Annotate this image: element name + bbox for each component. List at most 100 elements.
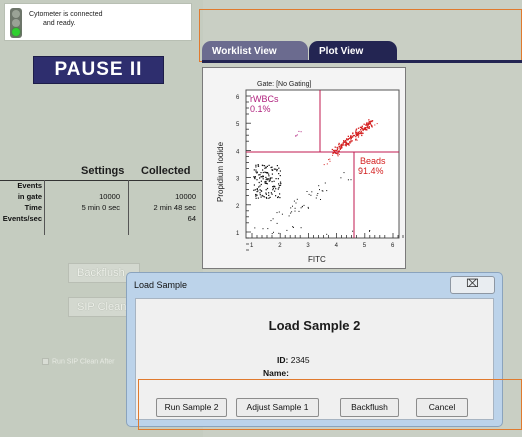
event-dot: [298, 210, 300, 212]
stats-collected-value: 10000: [175, 192, 196, 201]
status-line-2: and ready.: [43, 20, 76, 27]
dot-plot: Gate: [No Gating] 6 5 4 3 2 1 1 2 3 4 5 6 rWBCs 0.…: [202, 67, 406, 269]
stats-row: Events/sec 64: [0, 214, 203, 225]
x-tick-label: 5: [363, 243, 367, 249]
tab-bar-underline: [202, 60, 522, 63]
x-tick-label: 6: [391, 243, 395, 249]
sample-id-field: ID: 2345: [277, 355, 310, 365]
event-dot: [258, 181, 260, 184]
sample-id-label: ID:: [277, 355, 289, 365]
event-dot: [259, 174, 261, 176]
event-dot: [361, 134, 363, 137]
rwbc-label: rWBCs: [250, 94, 279, 104]
event-dot: [264, 171, 266, 173]
stats-divider: [44, 180, 45, 235]
event-dot: [266, 197, 268, 199]
event-dot: [265, 166, 267, 168]
event-dot: [338, 153, 340, 155]
event-dot: [293, 200, 295, 202]
dot-plot-svg: Gate: [No Gating] 6 5 4 3 2 1 1 2 3 4 5 6 rWBCs 0.…: [216, 81, 404, 264]
event-dot: [255, 171, 257, 173]
checkbox-icon: [42, 358, 49, 365]
event-dot: [278, 183, 280, 185]
event-dot: [356, 133, 358, 136]
event-dot: [296, 198, 298, 200]
x-tick-label: 3: [306, 243, 310, 249]
event-dot: [311, 191, 313, 193]
event-dot: [265, 182, 267, 184]
event-dot: [315, 197, 317, 199]
event-dot: [340, 177, 342, 179]
event-dot: [360, 126, 362, 128]
event-dot: [279, 170, 281, 172]
event-dot: [336, 149, 339, 151]
event-dot: [366, 123, 368, 125]
event-dot: [257, 165, 259, 167]
event-dot: [338, 144, 340, 146]
tab-worklist-view[interactable]: Worklist View: [202, 41, 308, 61]
close-icon[interactable]: ⌧: [450, 276, 495, 294]
event-dot: [348, 137, 351, 139]
event-dot: [259, 177, 261, 179]
event-dot: [296, 134, 298, 136]
event-dot: [275, 188, 277, 190]
event-dot: [326, 163, 328, 165]
event-dot: [292, 205, 293, 207]
beads-percent: 91.4%: [358, 166, 384, 176]
app-window: Cytometer is connected and ready. PAUSE …: [0, 0, 522, 437]
event-dot: [268, 192, 270, 194]
event-dot: [350, 139, 352, 141]
event-dot: [316, 194, 318, 196]
event-dot: [253, 169, 255, 171]
traffic-light-yellow-icon: [12, 19, 20, 27]
event-dot: [271, 173, 273, 175]
beads-label: Beads: [360, 156, 386, 166]
event-dot: [275, 178, 277, 180]
event-dot: [257, 164, 259, 166]
event-dot: [363, 123, 365, 125]
event-dot: [265, 193, 267, 195]
event-dot: [329, 158, 331, 160]
event-dot: [347, 143, 350, 146]
event-dot: [271, 181, 273, 183]
event-dot: [362, 132, 364, 134]
event-dot: [288, 215, 290, 217]
event-dot: [265, 176, 267, 178]
event-dot: [280, 182, 282, 185]
event-dot: [320, 199, 321, 200]
event-dot: [357, 127, 360, 129]
stats-label: Events/sec: [2, 214, 42, 223]
event-dot: [268, 173, 270, 175]
event-dot: [338, 146, 340, 148]
event-dot: [278, 185, 280, 187]
event-dot: [329, 160, 331, 162]
event-dot: [279, 193, 281, 195]
dialog-title: Load Sample: [134, 280, 188, 290]
y-tick-label: 1: [236, 231, 240, 237]
event-dot: [276, 170, 278, 172]
event-dot: [353, 134, 356, 137]
tab-plot-view[interactable]: Plot View: [309, 41, 397, 61]
event-dot: [276, 212, 278, 214]
event-dot: [371, 120, 372, 122]
event-dot: [343, 172, 345, 174]
event-dot: [253, 184, 255, 186]
event-dot: [351, 136, 354, 138]
event-dot: [259, 194, 261, 196]
event-dot: [338, 150, 340, 152]
stats-label: Time: [24, 203, 42, 212]
event-dot: [262, 175, 264, 177]
event-dot: [298, 130, 300, 132]
run-sip-clean-checkbox: Run SIP Clean After: [42, 358, 115, 365]
event-dot: [365, 129, 367, 131]
event-dot: [271, 233, 273, 235]
event-dot: [310, 194, 312, 196]
event-dot: [355, 136, 357, 138]
y-tick-label: 4: [236, 149, 240, 155]
event-dot: [272, 218, 274, 220]
event-dot: [255, 195, 257, 197]
stats-collected-value: 2 min 48 sec: [153, 203, 196, 212]
event-dot: [328, 159, 330, 161]
event-dot: [255, 166, 257, 168]
pause-button[interactable]: PAUSE II: [33, 56, 164, 84]
